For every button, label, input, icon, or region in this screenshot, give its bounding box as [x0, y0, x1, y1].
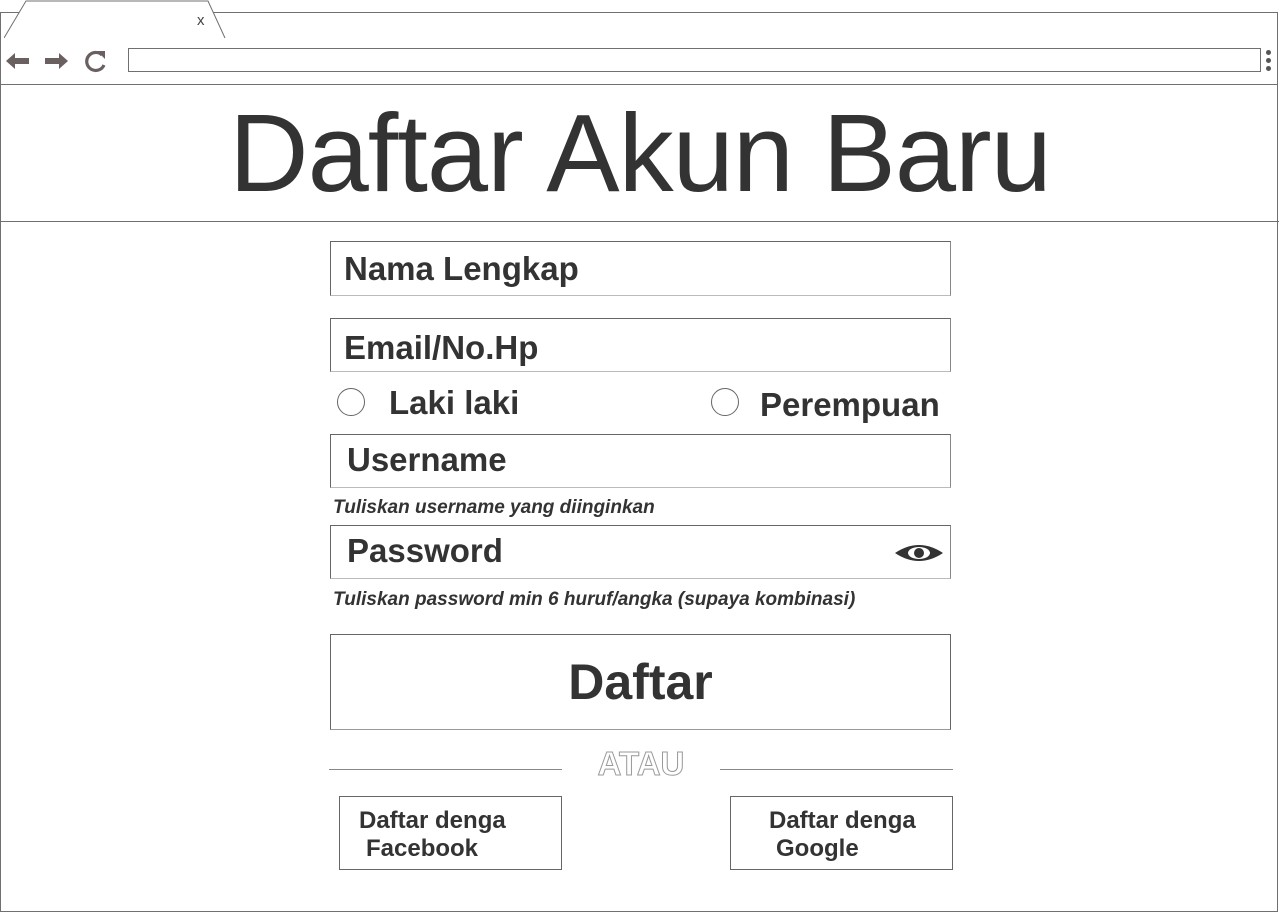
menu-dot [1265, 50, 1271, 55]
google-button-line2: Google [776, 835, 859, 862]
password-hint: Tuliskan password min 6 huruf/angka (sup… [333, 589, 856, 610]
back-arrow-icon[interactable] [4, 49, 32, 73]
username-hint: Tuliskan username yang diinginkan [333, 497, 655, 518]
address-bar[interactable] [128, 48, 1261, 72]
browser-toolbar [1, 39, 1278, 85]
full-name-field [330, 241, 951, 296]
radio-button-male[interactable] [337, 388, 365, 416]
menu-dot [1265, 66, 1271, 71]
page-header: Daftar Akun Baru [1, 86, 1279, 222]
eye-icon[interactable] [893, 543, 945, 563]
password-input[interactable] [331, 526, 950, 578]
username-input[interactable] [331, 435, 950, 487]
gender-option-female[interactable]: Perempuan [710, 386, 953, 426]
facebook-button-line2: Facebook [366, 835, 479, 862]
email-phone-field [330, 318, 951, 372]
radio-button-female[interactable] [711, 388, 739, 416]
register-button[interactable]: Daftar [330, 634, 951, 730]
tab-close-icon[interactable]: x [197, 13, 205, 29]
page-title: Daftar Akun Baru [229, 92, 1052, 215]
radio-label-male: Laki laki [389, 384, 520, 421]
kebab-menu-icon[interactable] [1263, 48, 1273, 74]
menu-dot [1265, 58, 1271, 63]
register-facebook-button[interactable]: Daftar denga Facebook [339, 796, 562, 870]
browser-tab[interactable]: x [4, 0, 226, 39]
username-field [330, 434, 951, 488]
full-name-input[interactable] [331, 242, 950, 295]
gender-option-male[interactable]: Laki laki [337, 384, 537, 422]
password-field [330, 525, 951, 579]
register-google-button[interactable]: Daftar denga Google [730, 796, 953, 870]
radio-label-female: Perempuan [760, 386, 940, 423]
facebook-button-line1: Daftar denga [359, 807, 506, 834]
divider-line-left [329, 769, 562, 770]
divider-line-right [720, 769, 953, 770]
email-phone-input[interactable] [331, 319, 950, 371]
forward-arrow-icon[interactable] [42, 49, 70, 73]
reload-icon[interactable] [82, 49, 110, 73]
tab-shape [4, 0, 226, 39]
divider-or-text: ATAU [597, 745, 685, 783]
google-button-line1: Daftar denga [769, 807, 916, 834]
